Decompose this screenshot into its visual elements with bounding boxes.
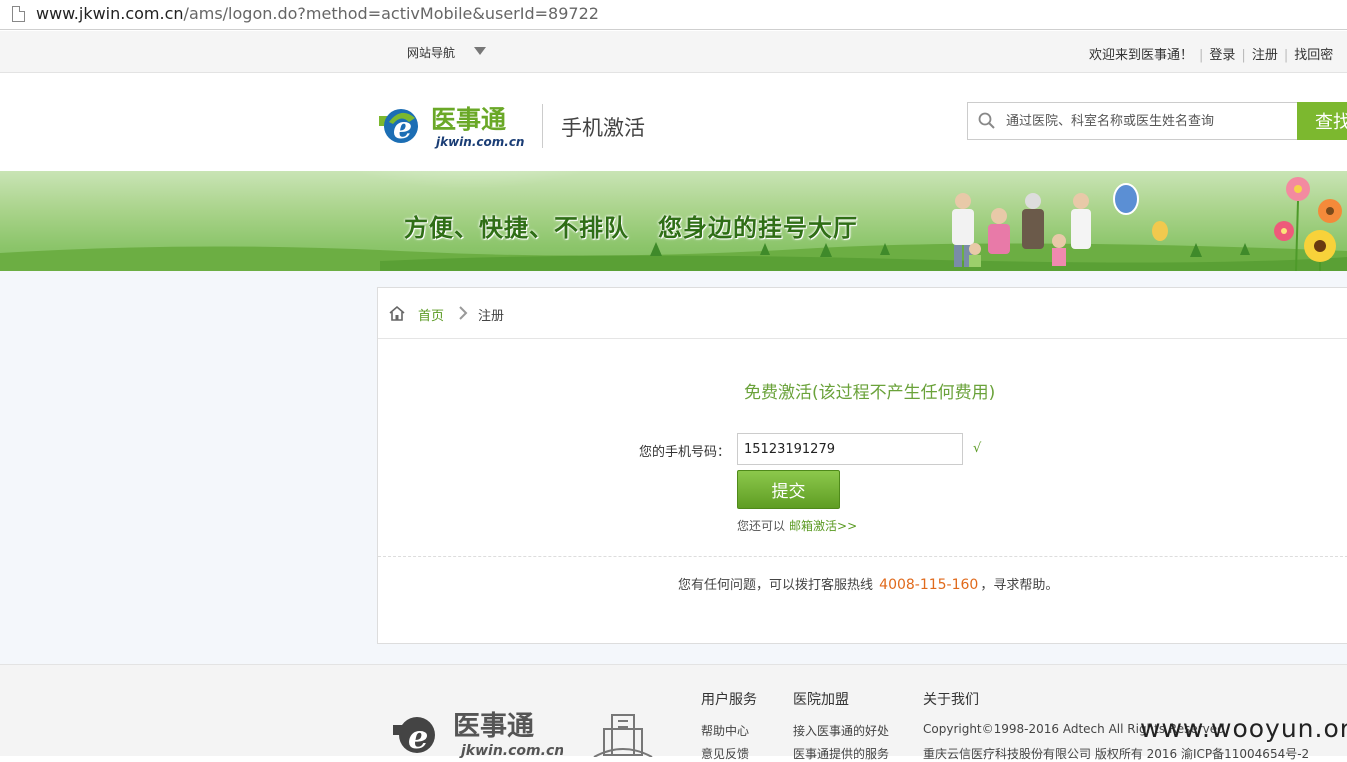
top-nav-bar: 网站导航 欢迎来到医事通！ | 登录 | 注册 | 找回密 — [0, 31, 1347, 73]
phone-label: 您的手机号码： — [639, 445, 731, 460]
site-header: e 医事通 jkwin.com.cn 手机激活 查找 — [0, 73, 1347, 171]
building-icon — [593, 714, 653, 757]
chevron-down-icon[interactable] — [474, 47, 486, 55]
search-box — [967, 102, 1298, 140]
footer-hospital-join-title: 医院加盟 — [793, 692, 849, 708]
browser-address-bar[interactable]: www.jkwin.com.cn/ams/logon.do?method=act… — [0, 0, 1347, 30]
promo-banner: 方便、快捷、不排队 您身边的挂号大厅 — [0, 171, 1347, 271]
join-benefits-link[interactable]: 接入医事通的好处 — [793, 722, 889, 739]
logo-divider — [542, 104, 543, 148]
banner-slogan-left: 方便、快捷、不排队 — [404, 214, 629, 242]
search-input[interactable] — [1006, 103, 1286, 139]
site-logo[interactable]: e 医事通 jkwin.com.cn — [379, 102, 524, 152]
watermark-text: www.wooyun.org — [1140, 714, 1347, 743]
welcome-text: 欢迎来到医事通！ — [1089, 48, 1194, 63]
site-nav-menu[interactable]: 网站导航 — [407, 44, 455, 61]
logo-domain-text: jkwin.com.cn — [434, 135, 524, 149]
recover-password-link[interactable]: 找回密 — [1294, 48, 1333, 63]
help-center-link[interactable]: 帮助中心 — [701, 722, 749, 739]
search-icon — [978, 112, 995, 129]
site-footer: e 医事通 jkwin.com.cn 用户服务 帮助中心 意见反馈 医院加盟 接… — [0, 664, 1347, 761]
breadcrumb-home-link[interactable]: 首页 — [418, 305, 444, 324]
footer-logo[interactable]: e 医事通 jkwin.com.cn — [393, 709, 563, 759]
banner-slogan-right: 您身边的挂号大厅 — [658, 214, 858, 242]
footer-logo-domain: jkwin.com.cn — [459, 743, 563, 759]
footer-logo-cn: 医事通 — [453, 711, 534, 742]
user-links: 欢迎来到医事通！ | 登录 | 注册 | 找回密 — [1089, 44, 1339, 63]
activation-panel: 首页 注册 免费激活(该过程不产生任何费用) 您的手机号码： √ 提交 您还可以… — [377, 287, 1347, 644]
home-icon[interactable] — [388, 305, 406, 322]
alt-activation-prefix: 您还可以 — [737, 519, 786, 533]
footer-about-title: 关于我们 — [923, 692, 979, 708]
breadcrumb: 首页 注册 — [378, 288, 1347, 339]
valid-check-icon: √ — [973, 441, 982, 456]
email-activation-link[interactable]: 邮箱激活>> — [789, 519, 857, 533]
alt-activation-line: 您还可以 邮箱激活>> — [737, 517, 857, 534]
help-suffix: ，寻求帮助。 — [980, 578, 1059, 593]
page-title: 手机激活 — [561, 116, 645, 140]
logo-cn-text: 医事通 — [431, 105, 506, 134]
svg-text:e: e — [393, 111, 412, 146]
services-link[interactable]: 医事通提供的服务 — [793, 745, 889, 762]
breadcrumb-current: 注册 — [478, 309, 505, 324]
divider — [378, 556, 1347, 557]
divider: | — [1199, 48, 1204, 63]
phone-number-input[interactable] — [737, 433, 963, 465]
footer-user-service-title: 用户服务 — [701, 692, 757, 708]
page-icon — [12, 6, 25, 22]
register-link[interactable]: 注册 — [1252, 48, 1278, 63]
search-button[interactable]: 查找 — [1297, 102, 1347, 140]
divider: | — [1283, 48, 1289, 63]
help-prefix: 您有任何问题，可以拨打客服热线 — [678, 578, 874, 593]
svg-text:e: e — [408, 718, 428, 756]
feedback-link[interactable]: 意见反馈 — [701, 745, 749, 762]
login-link[interactable]: 登录 — [1209, 48, 1235, 63]
company-text: 重庆云信医疗科技股份有限公司 版权所有 2016 渝ICP备11004654号-… — [923, 747, 1310, 761]
submit-button[interactable]: 提交 — [737, 470, 840, 509]
help-text: 您有任何问题，可以拨打客服热线 4008-115-160 ，寻求帮助。 — [678, 574, 1058, 593]
form-title: 免费激活(该过程不产生任何费用) — [744, 383, 996, 403]
hotline-number: 4008-115-160 — [879, 577, 979, 593]
divider: | — [1241, 48, 1246, 63]
chevron-right-icon — [459, 306, 468, 320]
url-text[interactable]: www.jkwin.com.cn/ams/logon.do?method=act… — [36, 4, 599, 23]
